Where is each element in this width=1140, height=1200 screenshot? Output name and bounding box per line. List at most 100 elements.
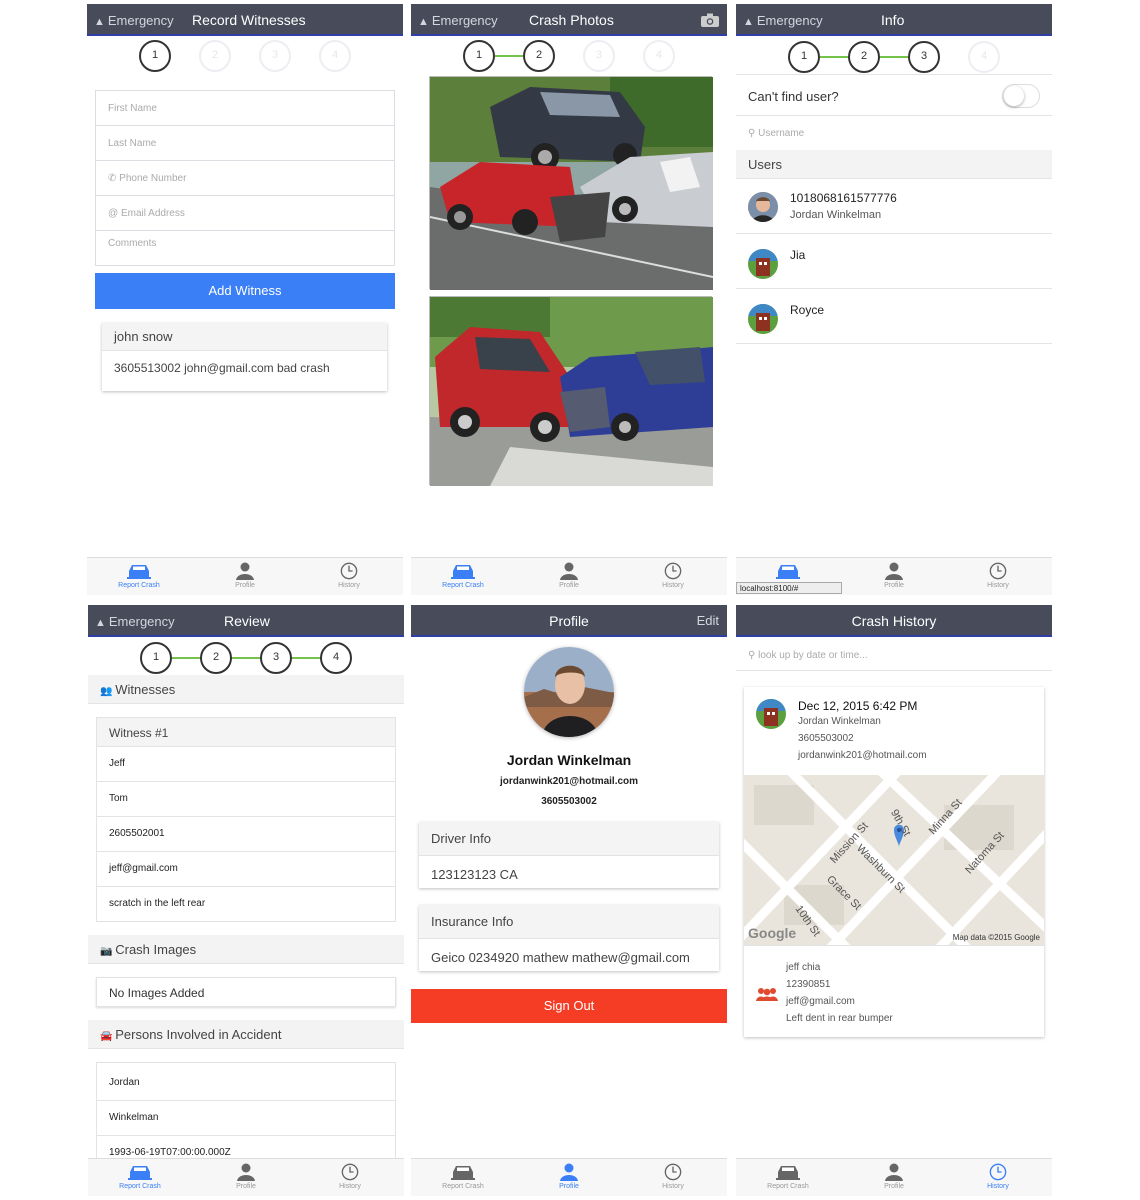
page-title: Review [224,613,270,629]
tab-history[interactable]: History [633,562,713,589]
witness-field: 2605502001 [96,817,396,852]
user-row[interactable]: Jia [736,234,1052,289]
witness-card-title: Witness #1 [96,717,396,747]
emergency-link[interactable]: ▲ Emergency [94,13,174,28]
crash-photo-1[interactable] [429,76,714,290]
history-search[interactable]: ⚲ look up by date or time... [736,641,1052,671]
tab-profile[interactable]: Profile [529,562,609,589]
add-witness-button[interactable]: Add Witness [95,273,395,309]
crash-photo-image [430,297,713,486]
nav-bar: ▲ Emergency Review [88,605,404,637]
emergency-link[interactable]: ▲ Emergency [95,614,175,629]
tab-report-crash[interactable]: Report Crash [748,1163,828,1190]
step-3[interactable]: 3 [260,642,292,674]
person-icon [885,562,903,580]
witness-field: Jeff [96,747,396,782]
step-1[interactable]: 1 [139,40,171,72]
crash-photo-2[interactable] [429,296,713,486]
sign-out-button[interactable]: Sign Out [411,989,727,1023]
tab-history[interactable]: History [309,562,389,589]
crash-entry-card[interactable]: Dec 12, 2015 6:42 PM Jordan Winkelman 36… [744,687,1044,1037]
step-4[interactable]: 4 [319,40,351,72]
screen-crash-history: Crash History ⚲ look up by date or time.… [736,605,1052,1197]
tab-report-crash[interactable]: Report Crash [423,562,503,589]
insurance-info-value: Geico 0234920 mathew mathew@gmail.com [431,950,690,965]
profile-email: jordanwink201@hotmail.com [499,776,639,787]
person-icon [560,1163,578,1181]
clock-icon [664,1163,682,1181]
user-name: Royce [790,303,825,317]
tab-profile[interactable]: Profile [206,1163,286,1190]
emergency-link[interactable]: ▲ Emergency [743,13,823,28]
tab-history[interactable]: History [633,1163,713,1190]
step-4[interactable]: 4 [968,41,1000,73]
screen-profile: Profile Edit Jordan Winkelman jordanwink… [411,605,727,1197]
comments-textarea[interactable]: Comments [95,230,395,266]
tab-bar: Report Crash Profile History [411,557,727,595]
tab-profile[interactable]: Profile [854,1163,934,1190]
search-icon: ⚲ [748,128,759,139]
page-title: Info [881,12,905,28]
user-row[interactable]: Royce [736,289,1052,344]
cant-find-toggle[interactable] [1002,84,1040,108]
insurance-info-card: Insurance Info Geico 0234920 mathew math… [419,905,719,971]
person-field: Jordan [96,1066,396,1101]
page-title: Profile [549,613,589,629]
user-row[interactable]: 1018068161577776 Jordan Winkelman [736,179,1052,234]
step-3[interactable]: 3 [583,40,615,72]
tab-history[interactable]: History [958,1163,1038,1190]
tab-profile[interactable]: Profile [529,1163,609,1190]
avatar [748,304,778,334]
step-2[interactable]: 2 [848,41,880,73]
tab-bar: Report Crash Profile History [411,1158,727,1196]
warning-icon: ▲ [94,16,105,28]
email-input[interactable]: @ Email Address [95,195,395,231]
step-2[interactable]: 2 [200,642,232,674]
crash-photo-image [429,77,714,290]
nav-bar: Crash History [736,605,1052,637]
step-1[interactable]: 1 [463,40,495,72]
witness-note: Left dent in rear bumper [786,1013,893,1024]
emergency-link[interactable]: ▲ Emergency [418,13,498,28]
nav-bar: ▲ Emergency Info [736,4,1052,36]
first-name-input[interactable]: First Name [95,90,395,126]
crash-driver-phone: 3605503002 [798,733,854,744]
witness-email: jeff@gmail.com [786,996,855,1007]
step-1[interactable]: 1 [140,642,172,674]
step-1[interactable]: 1 [788,41,820,73]
user-name: 1018068161577776 [790,191,897,205]
person-icon [237,1163,255,1181]
username-search[interactable]: ⚲ Username [736,116,1052,150]
car-icon [127,565,151,579]
last-name-input[interactable]: Last Name [95,125,395,161]
witness-name: john snow [102,323,387,351]
step-2[interactable]: 2 [523,40,555,72]
nav-bar: Profile Edit [411,605,727,637]
step-indicator: 1 2 3 4 [411,40,727,80]
nav-bar: ▲ Emergency Crash Photos [411,4,727,36]
cant-find-label: Can't find user? [748,89,839,104]
tab-history[interactable]: History [958,562,1038,589]
camera-icon[interactable] [701,13,719,27]
google-logo: Google [748,925,797,941]
camera-icon: 📷 [100,946,116,957]
step-3[interactable]: 3 [908,41,940,73]
step-4[interactable]: 4 [320,642,352,674]
phone-input[interactable]: ✆ Phone Number [95,160,395,196]
tab-profile[interactable]: Profile [854,562,934,589]
tab-report-crash[interactable]: Report Crash [100,1163,180,1190]
tab-bar: Report Crash Profile History [736,1158,1052,1196]
tab-report-crash[interactable]: Report Crash [99,562,179,589]
edit-button[interactable]: Edit [697,613,719,628]
step-4[interactable]: 4 [643,40,675,72]
user-subtitle: Jordan Winkelman [790,209,882,221]
tab-report-crash[interactable]: Report Crash [423,1163,503,1190]
step-3[interactable]: 3 [259,40,291,72]
tab-profile[interactable]: Profile [205,562,285,589]
tab-history[interactable]: History [310,1163,390,1190]
clock-icon [340,562,358,580]
tab-report-crash[interactable] [748,562,828,582]
witness-phone: 12390851 [786,979,831,990]
step-2[interactable]: 2 [199,40,231,72]
crash-map[interactable]: Mission St 9th St Minna St Natoma St Was… [744,775,1044,945]
